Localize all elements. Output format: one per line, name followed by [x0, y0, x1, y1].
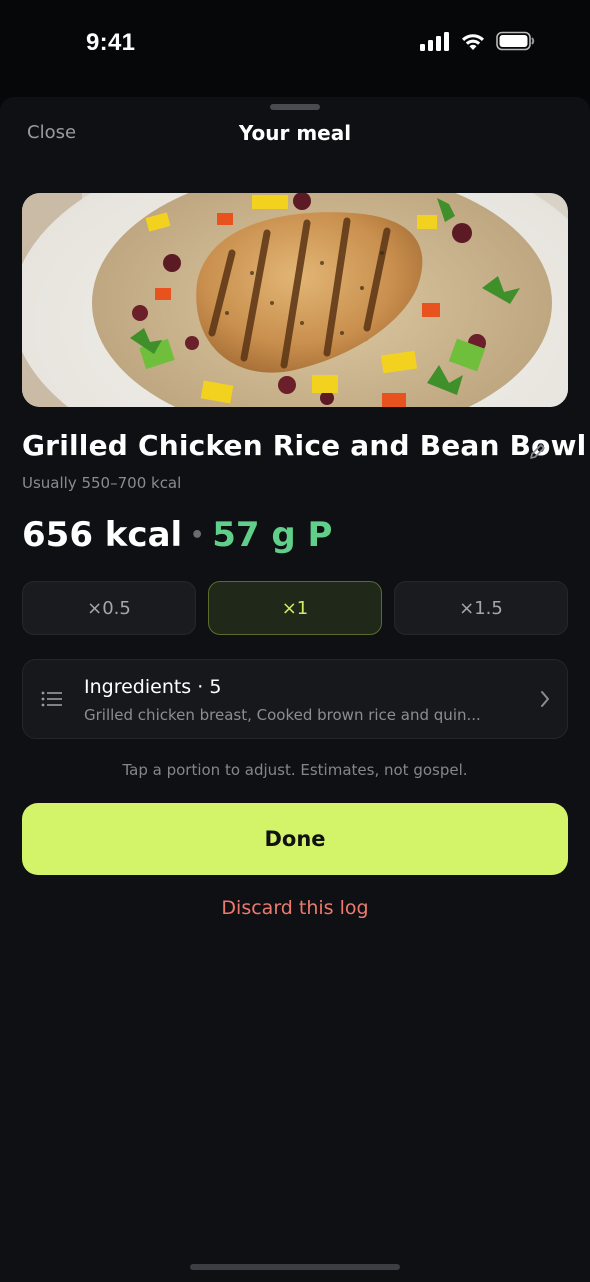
- status-bar: 9:41: [0, 0, 590, 96]
- discard-log-button[interactable]: Discard this log: [0, 897, 590, 919]
- list-icon: [41, 691, 62, 707]
- portion-selector: ×0.5 ×1 ×1.5: [22, 581, 568, 637]
- portion-half-button[interactable]: ×0.5: [22, 581, 196, 635]
- meal-photo: [22, 193, 568, 407]
- usual-calorie-range: Usually 550–700 kcal: [22, 474, 182, 492]
- battery-icon: [496, 31, 535, 51]
- sheet-title: Your meal: [238, 121, 352, 145]
- ingredients-summary: Grilled chicken breast, Cooked brown ric…: [84, 706, 481, 724]
- cellular-signal-icon: [420, 32, 449, 51]
- home-indicator[interactable]: [190, 1264, 400, 1270]
- sheet-grabber[interactable]: [270, 104, 320, 110]
- done-button[interactable]: Done: [22, 803, 568, 875]
- ingredients-title: Ingredients · 5: [84, 676, 222, 698]
- macro-separator: •: [190, 523, 205, 548]
- meal-sheet: Close Your meal Grilled Chicken Rice and…: [0, 97, 590, 1282]
- pencil-icon[interactable]: [528, 441, 548, 461]
- portion-hint: Tap a portion to adjust. Estimates, not …: [122, 761, 468, 779]
- macro-summary: 656 kcal • 57 g P: [22, 515, 332, 555]
- chevron-right-icon: [541, 691, 549, 707]
- ingredients-row[interactable]: Ingredients · 5 Grilled chicken breast, …: [22, 659, 568, 739]
- status-time: 9:41: [86, 29, 136, 56]
- portion-one-and-half-button[interactable]: ×1.5: [394, 581, 568, 635]
- portion-one-button[interactable]: ×1: [208, 581, 382, 635]
- protein-value: 57 g P: [212, 515, 333, 555]
- wifi-icon: [462, 34, 484, 50]
- meal-name: Grilled Chicken Rice and Bean Bowl: [22, 429, 587, 462]
- calories-value: 656 kcal: [22, 515, 183, 555]
- status-icons: [420, 31, 536, 51]
